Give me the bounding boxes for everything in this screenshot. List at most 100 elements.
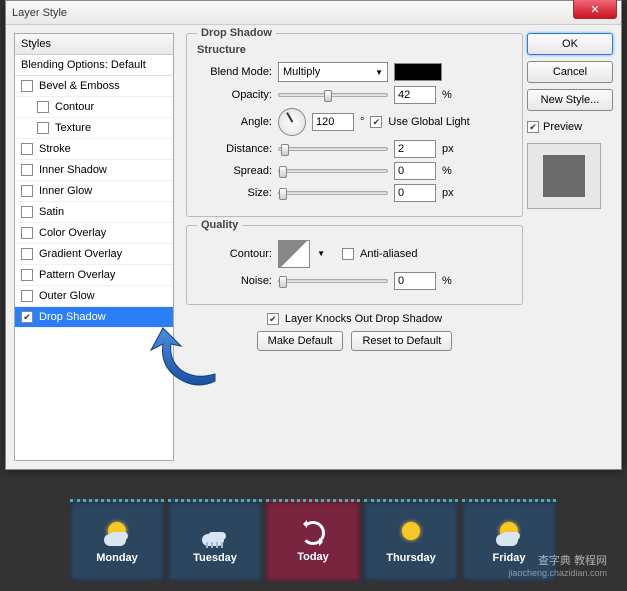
style-checkbox[interactable] <box>21 80 33 92</box>
knockout-label: Layer Knocks Out Drop Shadow <box>285 313 442 325</box>
day-thursday[interactable]: Thursday <box>364 499 458 581</box>
distance-slider[interactable] <box>278 147 388 151</box>
style-item-stroke[interactable]: Stroke <box>15 139 173 160</box>
action-buttons: OK Cancel New Style... Preview <box>527 25 621 469</box>
style-item-inner-shadow[interactable]: Inner Shadow <box>15 160 173 181</box>
global-light-checkbox[interactable] <box>370 116 382 128</box>
style-label: Inner Shadow <box>39 164 107 176</box>
panel-title: Drop Shadow <box>197 27 276 39</box>
opacity-label: Opacity: <box>197 89 272 101</box>
blending-options[interactable]: Blending Options: Default <box>15 55 173 76</box>
distance-label: Distance: <box>197 143 272 155</box>
style-label: Stroke <box>39 143 71 155</box>
size-unit: px <box>442 187 462 199</box>
make-default-button[interactable]: Make Default <box>257 331 344 351</box>
angle-input[interactable]: 120 <box>312 113 354 131</box>
day-label: Tuesday <box>193 552 237 564</box>
angle-label: Angle: <box>197 116 272 128</box>
close-icon: ✕ <box>590 3 599 16</box>
style-label: Color Overlay <box>39 227 106 239</box>
noise-slider[interactable] <box>278 279 388 283</box>
style-checkbox[interactable] <box>21 143 33 155</box>
style-item-satin[interactable]: Satin <box>15 202 173 223</box>
weather-bar: Monday Tuesday Today Thursday Friday <box>70 499 556 581</box>
opacity-input[interactable]: 42 <box>394 86 436 104</box>
close-button[interactable]: ✕ <box>573 0 617 19</box>
ok-button[interactable]: OK <box>527 33 613 55</box>
blendmode-select[interactable]: Multiply <box>278 62 388 82</box>
style-checkbox[interactable] <box>21 227 33 239</box>
spread-input[interactable]: 0 <box>394 162 436 180</box>
style-checkbox[interactable] <box>21 311 33 323</box>
style-checkbox[interactable] <box>21 185 33 197</box>
style-item-pattern-overlay[interactable]: Pattern Overlay <box>15 265 173 286</box>
day-tuesday[interactable]: Tuesday <box>168 499 262 581</box>
style-checkbox[interactable] <box>37 101 49 113</box>
opacity-unit: % <box>442 89 462 101</box>
quality-fieldset: Quality Contour: Anti-aliased Noise: 0 % <box>186 225 523 305</box>
contour-picker[interactable] <box>278 240 310 268</box>
style-item-texture[interactable]: Texture <box>15 118 173 139</box>
style-item-bevel-emboss[interactable]: Bevel & Emboss <box>15 76 173 97</box>
window-title: Layer Style <box>12 7 67 19</box>
style-label: Contour <box>55 101 94 113</box>
refresh-icon <box>301 521 325 545</box>
global-light-label: Use Global Light <box>388 116 469 128</box>
style-checkbox[interactable] <box>21 206 33 218</box>
style-item-inner-glow[interactable]: Inner Glow <box>15 181 173 202</box>
new-style-button[interactable]: New Style... <box>527 89 613 111</box>
layer-style-dialog: Layer Style ✕ Styles Blending Options: D… <box>5 0 622 470</box>
day-monday[interactable]: Monday <box>70 499 164 581</box>
day-label: Friday <box>492 552 525 564</box>
cancel-button[interactable]: Cancel <box>527 61 613 83</box>
drop-shadow-fieldset: Drop Shadow Structure Blend Mode: Multip… <box>186 33 523 217</box>
spread-slider[interactable] <box>278 169 388 173</box>
day-friday[interactable]: Friday <box>462 499 556 581</box>
style-checkbox[interactable] <box>21 164 33 176</box>
style-label: Outer Glow <box>39 290 95 302</box>
style-item-contour[interactable]: Contour <box>15 97 173 118</box>
style-checkbox[interactable] <box>37 122 49 134</box>
styles-header[interactable]: Styles <box>15 34 173 55</box>
style-checkbox[interactable] <box>21 248 33 260</box>
angle-dial[interactable] <box>278 108 306 136</box>
style-label: Bevel & Emboss <box>39 80 120 92</box>
noise-unit: % <box>442 275 462 287</box>
spread-label: Spread: <box>197 165 272 177</box>
antialiased-checkbox[interactable] <box>342 248 354 260</box>
size-slider[interactable] <box>278 191 388 195</box>
size-label: Size: <box>197 187 272 199</box>
style-checkbox[interactable] <box>21 269 33 281</box>
day-today[interactable]: Today <box>266 499 360 581</box>
distance-input[interactable]: 2 <box>394 140 436 158</box>
style-item-gradient-overlay[interactable]: Gradient Overlay <box>15 244 173 265</box>
spread-unit: % <box>442 165 462 177</box>
knockout-checkbox[interactable] <box>267 313 279 325</box>
style-label: Pattern Overlay <box>39 269 115 281</box>
noise-label: Noise: <box>197 275 272 287</box>
sun-cloud-icon <box>494 520 524 546</box>
day-label: Today <box>297 551 329 563</box>
preview-box <box>527 143 601 209</box>
opacity-slider[interactable] <box>278 93 388 97</box>
style-item-color-overlay[interactable]: Color Overlay <box>15 223 173 244</box>
style-label: Gradient Overlay <box>39 248 122 260</box>
color-swatch[interactable] <box>394 63 442 81</box>
day-label: Thursday <box>386 552 436 564</box>
style-label: Drop Shadow <box>39 311 106 323</box>
size-input[interactable]: 0 <box>394 184 436 202</box>
titlebar[interactable]: Layer Style ✕ <box>6 1 621 25</box>
style-item-outer-glow[interactable]: Outer Glow <box>15 286 173 307</box>
effect-settings: Drop Shadow Structure Blend Mode: Multip… <box>182 25 527 469</box>
style-checkbox[interactable] <box>21 290 33 302</box>
structure-title: Structure <box>197 44 512 56</box>
style-label: Texture <box>55 122 91 134</box>
noise-input[interactable]: 0 <box>394 272 436 290</box>
style-item-drop-shadow[interactable]: Drop Shadow <box>15 307 173 328</box>
sun-cloud-icon <box>102 520 132 546</box>
reset-default-button[interactable]: Reset to Default <box>351 331 452 351</box>
angle-unit: ° <box>360 116 364 128</box>
preview-checkbox[interactable] <box>527 121 539 133</box>
day-label: Monday <box>96 552 138 564</box>
blendmode-label: Blend Mode: <box>197 66 272 78</box>
